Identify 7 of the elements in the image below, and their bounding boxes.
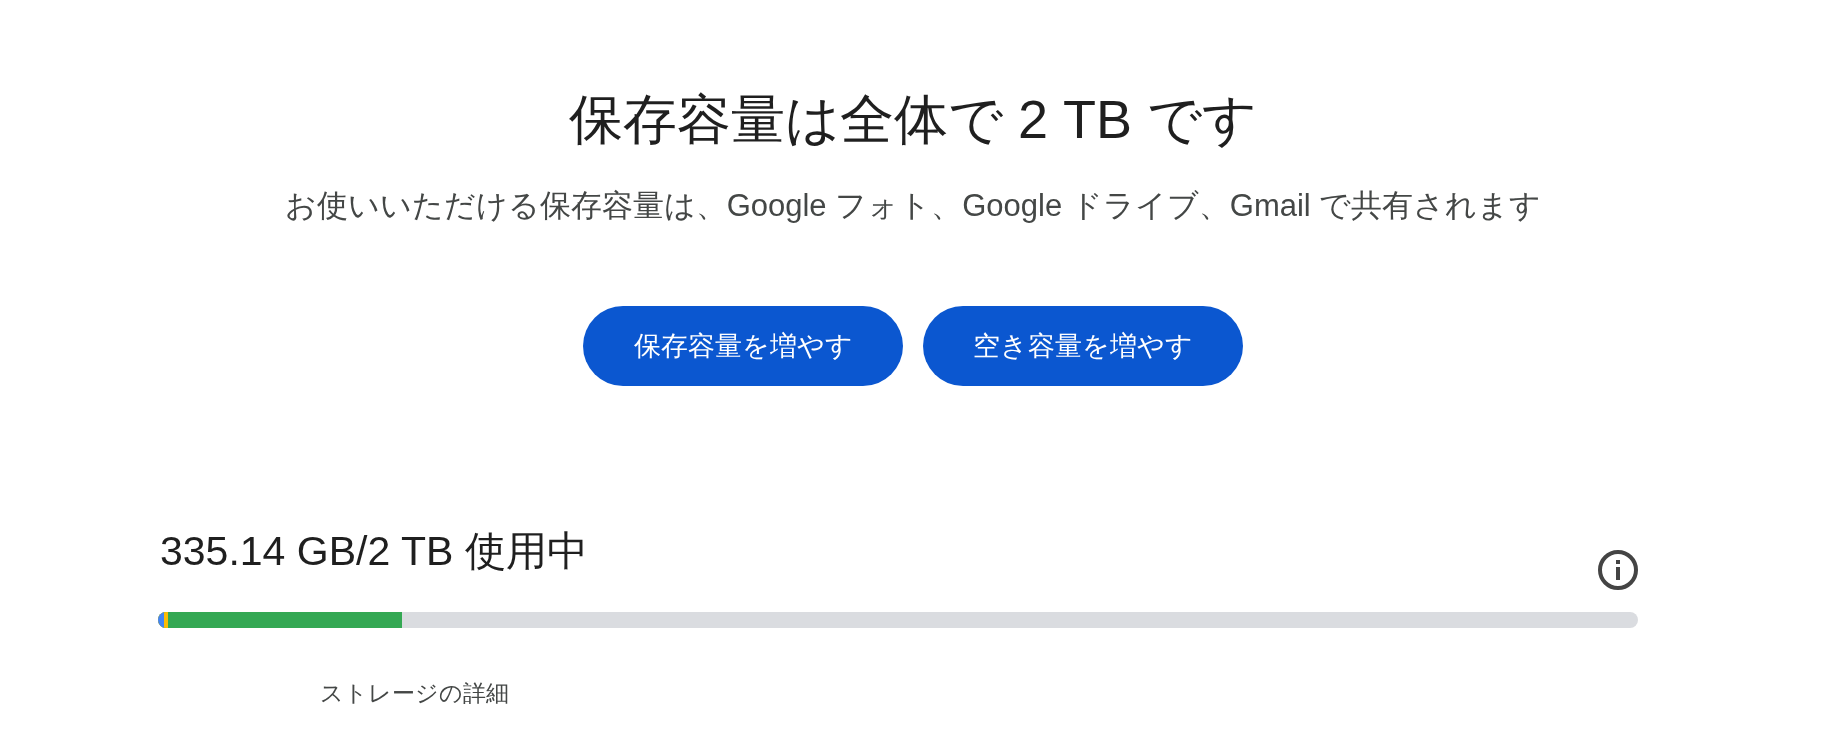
subtitle-text: お使いいただける保存容量は、Google フォト、Google ドライブ、Gmail で共有されます	[283, 187, 1543, 225]
usage-text: 335.14 GB/2 TB 使用中	[160, 527, 588, 576]
info-icon[interactable]	[1598, 550, 1638, 590]
storage-details-link[interactable]: ストレージの詳細	[320, 678, 1826, 709]
action-button[interactable]: 空き容量を増やす	[923, 306, 1243, 386]
page-title: 保存容量は全体で 2 TB です	[567, 88, 1258, 151]
action-button[interactable]: 保存容量を増やす	[583, 306, 903, 386]
